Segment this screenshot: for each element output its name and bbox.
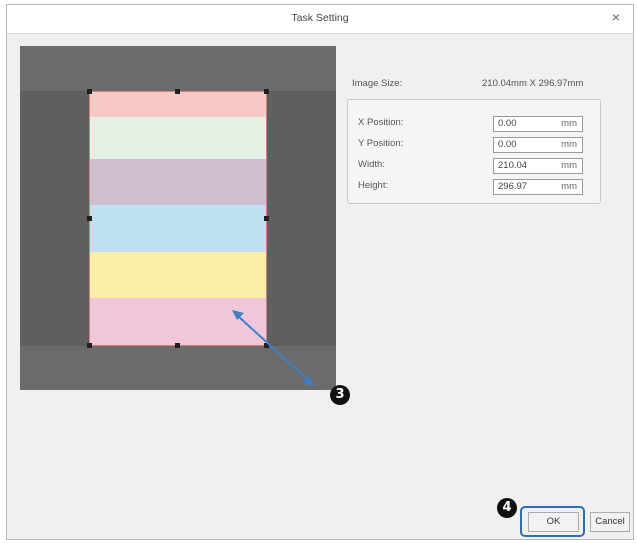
y-position-label: Y Position: — [358, 138, 404, 149]
stripe-blue — [90, 205, 266, 252]
cancel-button[interactable]: Cancel — [590, 512, 630, 532]
x-position-field[interactable]: 0.00 mm — [493, 116, 583, 132]
y-position-unit: mm — [561, 139, 577, 150]
stripe-yellow — [90, 252, 266, 298]
stripe-pink — [90, 92, 266, 117]
y-position-field[interactable]: 0.00 mm — [493, 137, 583, 153]
height-value: 296.97 — [498, 181, 528, 192]
step-3-badge: 3 — [330, 385, 350, 405]
width-unit: mm — [561, 160, 577, 171]
stripe-rose — [90, 298, 266, 345]
step-4-badge: 4 — [497, 498, 517, 518]
preview-margin-top — [20, 46, 336, 91]
resize-handle-top[interactable] — [175, 89, 180, 94]
stripe-mauve — [90, 159, 266, 205]
width-field[interactable]: 210.04 mm — [493, 158, 583, 174]
image-preview-canvas[interactable] — [20, 46, 336, 390]
resize-handle-left[interactable] — [87, 216, 92, 221]
preview-margin-bottom — [20, 346, 336, 390]
position-size-group: X Position: 0.00 mm Y Position: 0.00 mm … — [347, 99, 601, 204]
x-position-label: X Position: — [358, 117, 404, 128]
image-size-value: 210.04mm X 296.97mm — [482, 78, 584, 89]
x-position-value: 0.00 — [498, 118, 517, 129]
title-bar: Task Setting × — [7, 5, 633, 34]
print-image[interactable] — [89, 91, 267, 346]
stripe-green — [90, 117, 266, 159]
resize-handle-bottom[interactable] — [175, 343, 180, 348]
y-position-value: 0.00 — [498, 139, 517, 150]
resize-handle-right[interactable] — [264, 216, 269, 221]
close-icon[interactable]: × — [607, 8, 625, 26]
height-field[interactable]: 296.97 mm — [493, 179, 583, 195]
width-value: 210.04 — [498, 160, 528, 171]
resize-handle-bottom-right[interactable] — [264, 343, 269, 348]
resize-handle-bottom-left[interactable] — [87, 343, 92, 348]
height-unit: mm — [561, 181, 577, 192]
width-label: Width: — [358, 159, 385, 170]
ok-button[interactable]: OK — [528, 512, 579, 532]
resize-handle-top-left[interactable] — [87, 89, 92, 94]
height-label: Height: — [358, 180, 389, 191]
dialog-title: Task Setting — [291, 12, 349, 24]
resize-handle-top-right[interactable] — [264, 89, 269, 94]
x-position-unit: mm — [561, 118, 577, 129]
image-size-label: Image Size: — [352, 78, 403, 89]
